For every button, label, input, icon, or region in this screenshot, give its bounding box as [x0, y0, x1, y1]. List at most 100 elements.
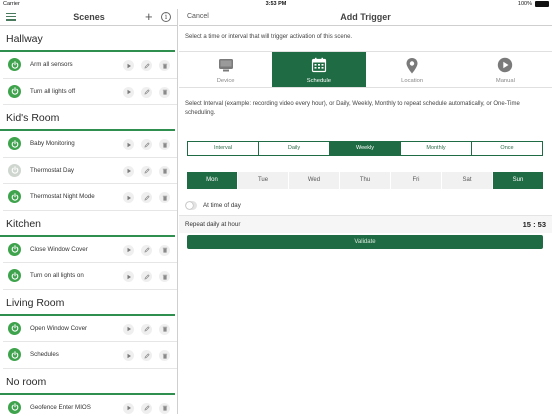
section-title: Hallway: [0, 26, 175, 52]
edit-icon[interactable]: [141, 403, 152, 414]
trash-icon[interactable]: [159, 166, 170, 177]
play-icon[interactable]: [123, 139, 134, 150]
play-icon[interactable]: [123, 271, 134, 282]
edit-icon[interactable]: [141, 139, 152, 150]
scene-row[interactable]: Turn all lights off: [3, 79, 177, 106]
power-toggle-icon[interactable]: [8, 401, 21, 414]
power-toggle-icon[interactable]: [8, 58, 21, 71]
trash-icon[interactable]: [159, 324, 170, 335]
interval-segmented-control: Interval Daily Weekly Monthly Once: [187, 141, 543, 156]
day-tue[interactable]: Tue: [238, 172, 288, 189]
day-sat[interactable]: Sat: [442, 172, 492, 189]
edit-icon[interactable]: [141, 60, 152, 71]
add-trigger-pane: Cancel Add Trigger Select a time or inte…: [179, 9, 552, 414]
trash-icon[interactable]: [159, 192, 170, 203]
tab-location[interactable]: Location: [366, 52, 459, 87]
play-icon[interactable]: [123, 87, 134, 98]
power-toggle-icon[interactable]: [8, 243, 21, 256]
scene-actions: [123, 245, 170, 256]
scene-actions: [123, 139, 170, 150]
power-toggle-icon[interactable]: [8, 190, 21, 203]
day-wed[interactable]: Wed: [289, 172, 339, 189]
trash-icon[interactable]: [159, 139, 170, 150]
play-icon[interactable]: [123, 60, 134, 71]
scene-row[interactable]: Geofence Enter MIOS: [3, 395, 177, 414]
scenes-pane: Scenes + i HallwayArm all sensorsTurn al…: [0, 9, 178, 414]
power-toggle-icon[interactable]: [8, 164, 21, 177]
trigger-header: Cancel Add Trigger: [179, 9, 552, 26]
scene-label: Geofence Enter MIOS: [30, 404, 91, 411]
edit-icon[interactable]: [141, 271, 152, 282]
edit-icon[interactable]: [141, 324, 152, 335]
scene-row[interactable]: Turn on all lights on: [3, 263, 177, 290]
trigger-instruction: Select a time or interval that will trig…: [185, 34, 352, 40]
scene-actions: [123, 350, 170, 361]
section-title: Kitchen: [0, 211, 175, 237]
scene-row[interactable]: Arm all sensors: [3, 52, 177, 79]
edit-icon[interactable]: [141, 87, 152, 98]
tab-device-label: Device: [179, 78, 272, 84]
play-icon[interactable]: [123, 350, 134, 361]
interval-option-daily[interactable]: Daily: [259, 142, 330, 155]
section-title: No room: [0, 369, 175, 395]
scene-label: Close Window Cover: [30, 246, 88, 253]
interval-description: Select Interval (example: recording vide…: [185, 100, 547, 118]
at-time-of-day-row: At time of day: [185, 201, 241, 210]
scene-row[interactable]: Schedules: [3, 342, 177, 369]
tab-device[interactable]: Device: [179, 52, 272, 87]
scene-label: Turn all lights off: [30, 88, 75, 95]
trash-icon[interactable]: [159, 87, 170, 98]
validate-button[interactable]: Validate: [187, 235, 543, 249]
power-toggle-icon[interactable]: [8, 85, 21, 98]
power-toggle-icon[interactable]: [8, 322, 21, 335]
repeat-time-value[interactable]: 15 : 53: [523, 220, 546, 229]
scene-row[interactable]: Thermostat Day: [3, 158, 177, 185]
day-thu[interactable]: Thu: [340, 172, 390, 189]
power-toggle-icon[interactable]: [8, 348, 21, 361]
day-mon[interactable]: Mon: [187, 172, 237, 189]
day-fri[interactable]: Fri: [391, 172, 441, 189]
tab-location-label: Location: [366, 78, 459, 84]
tab-manual[interactable]: Manual: [459, 52, 552, 87]
repeat-row: Repeat daily at hour 15 : 53: [179, 215, 552, 233]
battery-indicator: 100%: [518, 1, 549, 7]
day-sun[interactable]: Sun: [493, 172, 543, 189]
edit-icon[interactable]: [141, 350, 152, 361]
scene-actions: [123, 166, 170, 177]
info-icon[interactable]: i: [161, 12, 171, 22]
scene-row[interactable]: Close Window Cover: [3, 237, 177, 264]
play-icon[interactable]: [123, 192, 134, 203]
edit-icon[interactable]: [141, 166, 152, 177]
tab-schedule[interactable]: Schedule: [272, 52, 365, 87]
scene-row[interactable]: Thermostat Night Mode: [3, 184, 177, 211]
trash-icon[interactable]: [159, 245, 170, 256]
play-icon: [497, 57, 513, 73]
interval-option-monthly[interactable]: Monthly: [401, 142, 472, 155]
scene-label: Arm all sensors: [30, 61, 73, 68]
status-time: 3:53 PM: [0, 1, 552, 7]
interval-option-interval[interactable]: Interval: [188, 142, 259, 155]
interval-option-weekly[interactable]: Weekly: [330, 142, 401, 155]
trash-icon[interactable]: [159, 271, 170, 282]
power-toggle-icon[interactable]: [8, 137, 21, 150]
play-icon[interactable]: [123, 403, 134, 414]
trash-icon[interactable]: [159, 403, 170, 414]
at-time-of-day-label: At time of day: [203, 202, 241, 209]
at-time-of-day-toggle[interactable]: [185, 201, 197, 210]
scene-list: Hallway Arm all sensors Turn all lights of…: [0, 26, 177, 414]
battery-percent: 100%: [518, 1, 532, 7]
scene-row[interactable]: Baby Monitoring: [3, 131, 177, 158]
play-icon[interactable]: [123, 166, 134, 177]
scene-row[interactable]: Open Window Cover: [3, 316, 177, 343]
edit-icon[interactable]: [141, 245, 152, 256]
scene-label: Thermostat Night Mode: [30, 193, 95, 200]
interval-option-once[interactable]: Once: [472, 142, 542, 155]
trash-icon[interactable]: [159, 350, 170, 361]
trash-icon[interactable]: [159, 60, 170, 71]
power-toggle-icon[interactable]: [8, 269, 21, 282]
play-icon[interactable]: [123, 245, 134, 256]
play-icon[interactable]: [123, 324, 134, 335]
edit-icon[interactable]: [141, 192, 152, 203]
battery-icon: [535, 1, 549, 7]
add-scene-button[interactable]: +: [145, 9, 153, 24]
